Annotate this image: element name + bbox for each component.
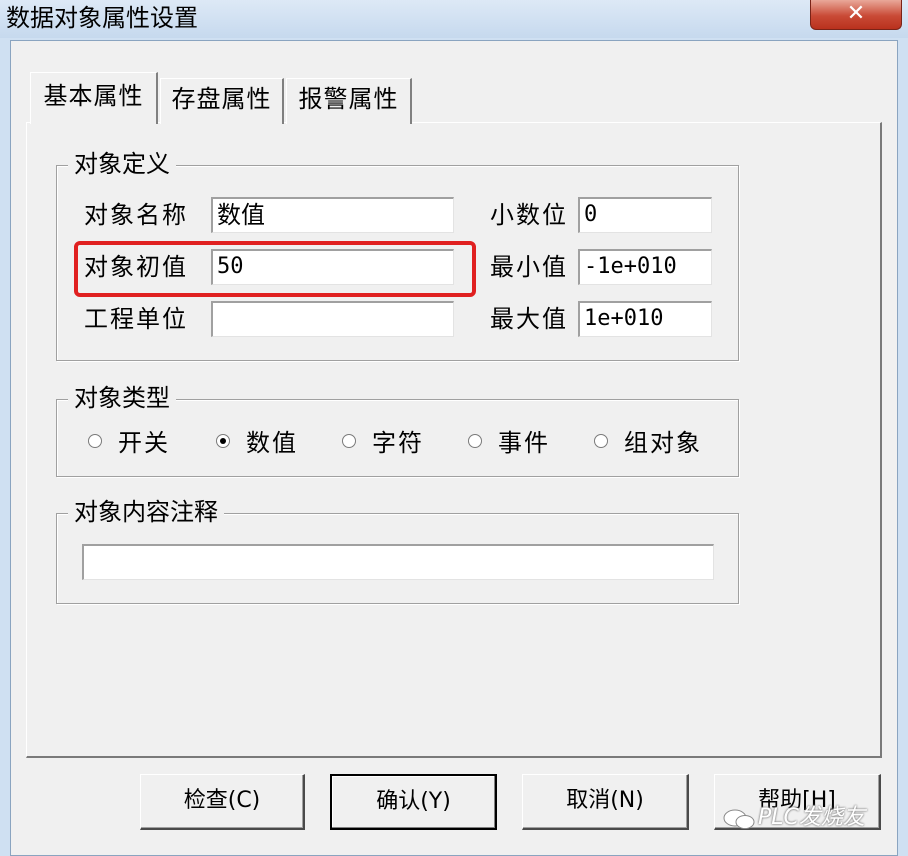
tab-basic-properties[interactable]: 基本属性 [30, 72, 158, 124]
radio-switch[interactable]: 开关 [88, 428, 178, 460]
radio-string[interactable]: 字符 [342, 428, 432, 460]
engineering-unit-field[interactable] [211, 301, 454, 337]
decimals-label: 小数位 [490, 201, 568, 229]
radio-switch-label: 开关 [118, 429, 170, 457]
check-button[interactable]: 检查(C) [140, 774, 305, 830]
min-value-field[interactable]: -1e+010 [578, 249, 712, 285]
radio-circle-icon [594, 434, 608, 448]
radio-numeric-label: 数值 [246, 429, 298, 457]
close-icon: ✕ [846, 1, 866, 26]
radio-circle-icon [342, 434, 356, 448]
object-name-label: 对象名称 [84, 201, 188, 229]
watermark-text: PLC发烧友 [758, 805, 865, 830]
object-type-legend: 对象类型 [68, 384, 176, 412]
radio-event-label: 事件 [498, 429, 550, 457]
radio-selected-icon [216, 434, 230, 448]
object-note-field[interactable] [82, 544, 714, 580]
close-button[interactable]: ✕ [810, 0, 902, 30]
wechat-icon [723, 809, 755, 829]
tab-storage-properties[interactable]: 存盘属性 [160, 78, 284, 124]
engineering-unit-label: 工程单位 [84, 305, 188, 333]
radio-group-object-label: 组对象 [624, 429, 702, 457]
tab-alarm-properties[interactable]: 报警属性 [286, 78, 412, 124]
window-title: 数据对象属性设置 [6, 4, 198, 32]
radio-string-label: 字符 [372, 429, 424, 457]
radio-circle-icon [88, 434, 102, 448]
decimals-field[interactable]: 0 [578, 197, 712, 233]
max-value-label: 最大值 [490, 305, 568, 333]
confirm-button[interactable]: 确认(Y) [330, 774, 497, 830]
object-name-field[interactable]: 数值 [211, 197, 454, 233]
radio-group-object[interactable]: 组对象 [594, 428, 714, 460]
radio-numeric[interactable]: 数值 [216, 428, 306, 460]
min-value-label: 最小值 [490, 253, 568, 281]
max-value-field[interactable]: 1e+010 [578, 301, 712, 337]
object-definition-legend: 对象定义 [68, 150, 176, 178]
cancel-button[interactable]: 取消(N) [522, 774, 689, 830]
initial-value-highlight [74, 241, 476, 297]
radio-circle-icon [468, 434, 482, 448]
radio-event[interactable]: 事件 [468, 428, 558, 460]
object-note-legend: 对象内容注释 [68, 498, 224, 526]
